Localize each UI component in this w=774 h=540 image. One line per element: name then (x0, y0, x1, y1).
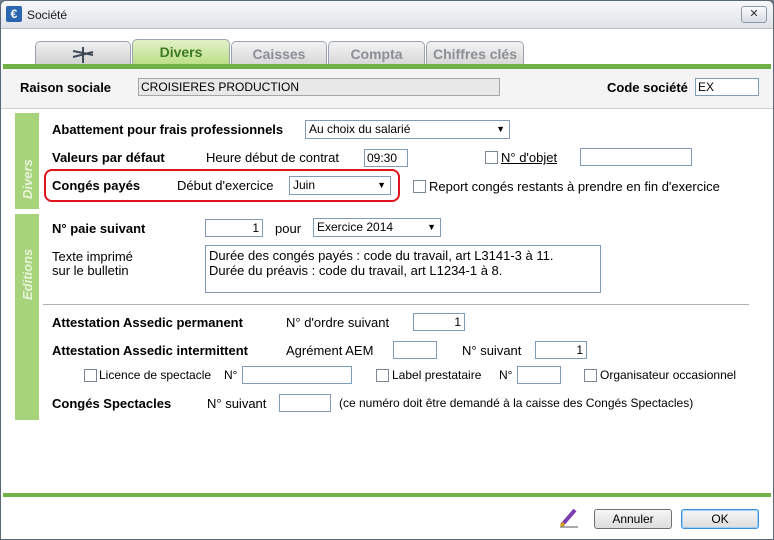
tab-divers[interactable]: Divers (132, 39, 230, 66)
code-societe-label: Code société (607, 80, 688, 95)
ordre-suivant-field[interactable]: 1 (413, 313, 465, 331)
abattement-value: Au choix du salarié (309, 122, 411, 136)
label-prestataire-field[interactable] (517, 366, 561, 384)
close-button[interactable]: ✕ (741, 6, 767, 23)
exercice-value: Exercice 2014 (317, 220, 394, 234)
cancel-button[interactable]: Annuler (594, 509, 672, 529)
conges-spectacles-note: (ce numéro doit être demandé à la caisse… (339, 396, 694, 410)
title-bar: € Société ✕ (1, 1, 773, 29)
dragonfly-icon (72, 47, 94, 63)
window-title: Société (27, 8, 68, 22)
n-suivant-label: N° suivant (462, 343, 522, 358)
code-societe-field[interactable]: EX (695, 78, 759, 96)
licence-spectacle-label: Licence de spectacle (99, 368, 212, 382)
organisateur-occasionnel-label: Organisateur occasionnel (600, 368, 737, 382)
heure-debut-field[interactable]: 09:30 (364, 149, 408, 167)
exercice-select[interactable]: Exercice 2014 ▼ (313, 218, 441, 237)
footer-divider (3, 493, 771, 497)
label-no-label: N° (499, 368, 513, 382)
label-prestataire-checkbox[interactable] (376, 369, 389, 382)
societe-dialog: € Société ✕ Divers Caisses Compta Chiffr… (0, 0, 774, 540)
divers-side-tab: Divers (15, 113, 39, 209)
report-conges-label: Report congés restants à prendre en fin … (429, 179, 720, 194)
chevron-down-icon: ▼ (427, 222, 436, 232)
raison-sociale-label: Raison sociale (20, 80, 112, 95)
agrement-aem-field[interactable] (393, 341, 437, 359)
section-divider (43, 304, 749, 305)
objet-field[interactable] (580, 148, 692, 166)
texte-bulletin-textarea[interactable] (205, 245, 601, 293)
pour-label: pour (275, 221, 302, 236)
label-prestataire-label: Label prestataire (392, 368, 482, 382)
heure-debut-label: Heure début de contrat (206, 150, 339, 165)
report-conges-checkbox[interactable] (413, 180, 426, 193)
objet-label: N° d'objet (501, 150, 558, 165)
editions-side-label: Editions (20, 248, 35, 300)
paie-suivant-label: N° paie suivant (52, 221, 146, 236)
tab-general[interactable] (35, 41, 131, 66)
licence-spectacle-checkbox[interactable] (84, 369, 97, 382)
agrement-aem-label: Agrément AEM (286, 343, 374, 358)
tab-chiffres-cles[interactable]: Chiffres clés (426, 41, 524, 66)
cs-suivant-label: N° suivant (207, 396, 267, 411)
app-euro-icon: € (6, 6, 22, 22)
tab-bar: Divers Caisses Compta Chiffres clés (1, 29, 773, 67)
raison-sociale-field[interactable]: CROISIERES PRODUCTION (138, 78, 500, 96)
abattement-select[interactable]: Au choix du salarié ▼ (305, 120, 510, 139)
tab-caisses[interactable]: Caisses (231, 41, 327, 66)
chevron-down-icon: ▼ (496, 124, 505, 134)
conges-spectacles-label: Congés Spectacles (52, 396, 172, 411)
company-header: Raison sociale CROISIERES PRODUCTION Cod… (1, 69, 773, 109)
licence-no-label: N° (224, 368, 238, 382)
editions-side-tab: Editions (15, 214, 39, 420)
assedic-permanent-label: Attestation Assedic permanent (52, 315, 243, 330)
texte-imprime-label-1: Texte imprimé (52, 249, 133, 264)
tab-compta[interactable]: Compta (328, 41, 425, 66)
conges-spectacles-field[interactable] (279, 394, 331, 412)
ordre-suivant-label: N° d'ordre suivant (286, 315, 390, 330)
organisateur-occasionnel-checkbox[interactable] (584, 369, 597, 382)
paie-suivant-field[interactable]: 1 (205, 219, 263, 237)
abattement-label: Abattement pour frais professionnels (52, 122, 284, 137)
licence-spectacle-field[interactable] (242, 366, 352, 384)
n-suivant-field[interactable]: 1 (535, 341, 587, 359)
valeurs-defaut-label: Valeurs par défaut (52, 150, 165, 165)
divers-side-label: Divers (20, 159, 35, 199)
ok-button[interactable]: OK (681, 509, 759, 529)
highlight-box (44, 169, 400, 202)
texte-imprime-label-2: sur le bulletin (52, 263, 129, 278)
editions-section: Editions N° paie suivant 1 pour Exercice… (15, 214, 759, 420)
pen-icon[interactable] (558, 506, 580, 528)
objet-checkbox[interactable] (485, 151, 498, 164)
assedic-intermittent-label: Attestation Assedic intermittent (52, 343, 248, 358)
